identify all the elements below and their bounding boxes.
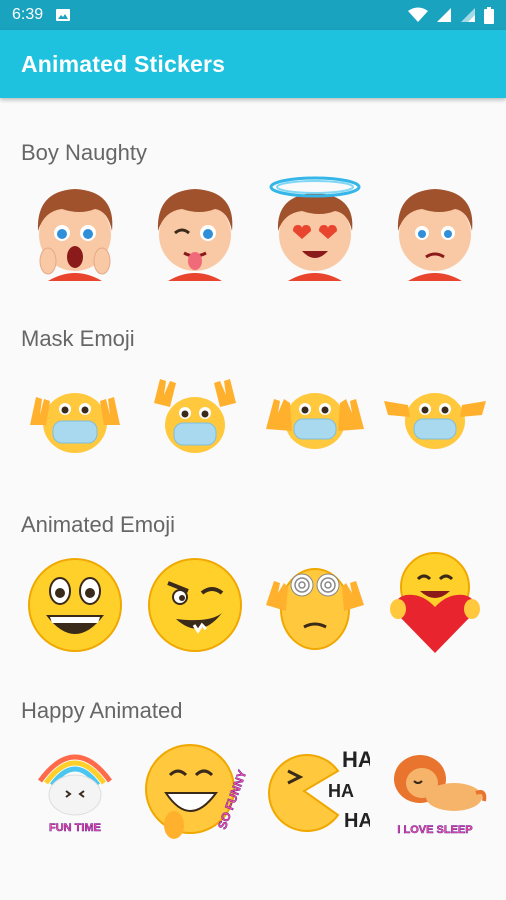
sticker-mask-victory-emoji[interactable]: [20, 359, 130, 474]
sticker-row: [20, 542, 490, 662]
app-title: Animated Stickers: [21, 50, 226, 77]
sticker-fun-time-cloud[interactable]: FUN TIME: [20, 731, 130, 846]
section-title: Happy Animated: [21, 698, 183, 723]
signal-icon: [461, 8, 475, 22]
sticker-mask-pointing-emoji[interactable]: [380, 359, 490, 474]
image-icon: [56, 9, 71, 21]
sticker-caption: I LOVE SLEEP: [397, 824, 472, 836]
sticker-list: Boy Naughty Mask Emoji Animated Emoji Ha…: [0, 98, 506, 900]
sticker-tongue-out-boy[interactable]: [140, 173, 250, 288]
sticker-laughing-emoji[interactable]: [20, 545, 130, 660]
sticker-mask-hands-emoji[interactable]: [260, 359, 370, 474]
sticker-heart-hug-emoji[interactable]: [380, 545, 490, 660]
sticker-i-love-sleep-lion[interactable]: I LOVE SLEEP: [380, 731, 490, 846]
sticker-so-funny-emoji[interactable]: SO FUNNY: [140, 731, 250, 846]
status-bar: 6:39: [0, 0, 506, 30]
sticker-caption: HA: [342, 747, 370, 772]
section-title: Mask Emoji: [21, 326, 135, 351]
sticker-haha-pacman[interactable]: HA HA HA: [260, 731, 370, 846]
sticker-dizzy-eyes-emoji[interactable]: [260, 545, 370, 660]
wifi-icon: [408, 7, 428, 22]
section-title: Boy Naughty: [21, 140, 147, 165]
sticker-row: [20, 356, 490, 476]
sticker-crying-boy[interactable]: [20, 173, 130, 288]
sticker-halo-heart-eyes-boy[interactable]: [260, 173, 370, 288]
sticker-sad-boy[interactable]: [380, 173, 490, 288]
battery-icon: [484, 6, 494, 24]
sticker-caption: HA: [344, 810, 370, 832]
sticker-winking-silly-emoji[interactable]: [140, 545, 250, 660]
app-bar: Animated Stickers: [0, 30, 506, 98]
sticker-row: FUN TIME SO FUNNY HA HA HA I LOVE SLEEP: [20, 728, 490, 848]
sticker-row: [20, 170, 490, 290]
sticker-mask-victory-emoji[interactable]: [140, 359, 250, 474]
sticker-caption: FUN TIME: [49, 822, 101, 834]
clock: 6:39: [12, 6, 44, 23]
section-title: Animated Emoji: [21, 512, 176, 537]
sticker-caption: HA: [328, 781, 354, 801]
signal-icon: [437, 8, 451, 22]
